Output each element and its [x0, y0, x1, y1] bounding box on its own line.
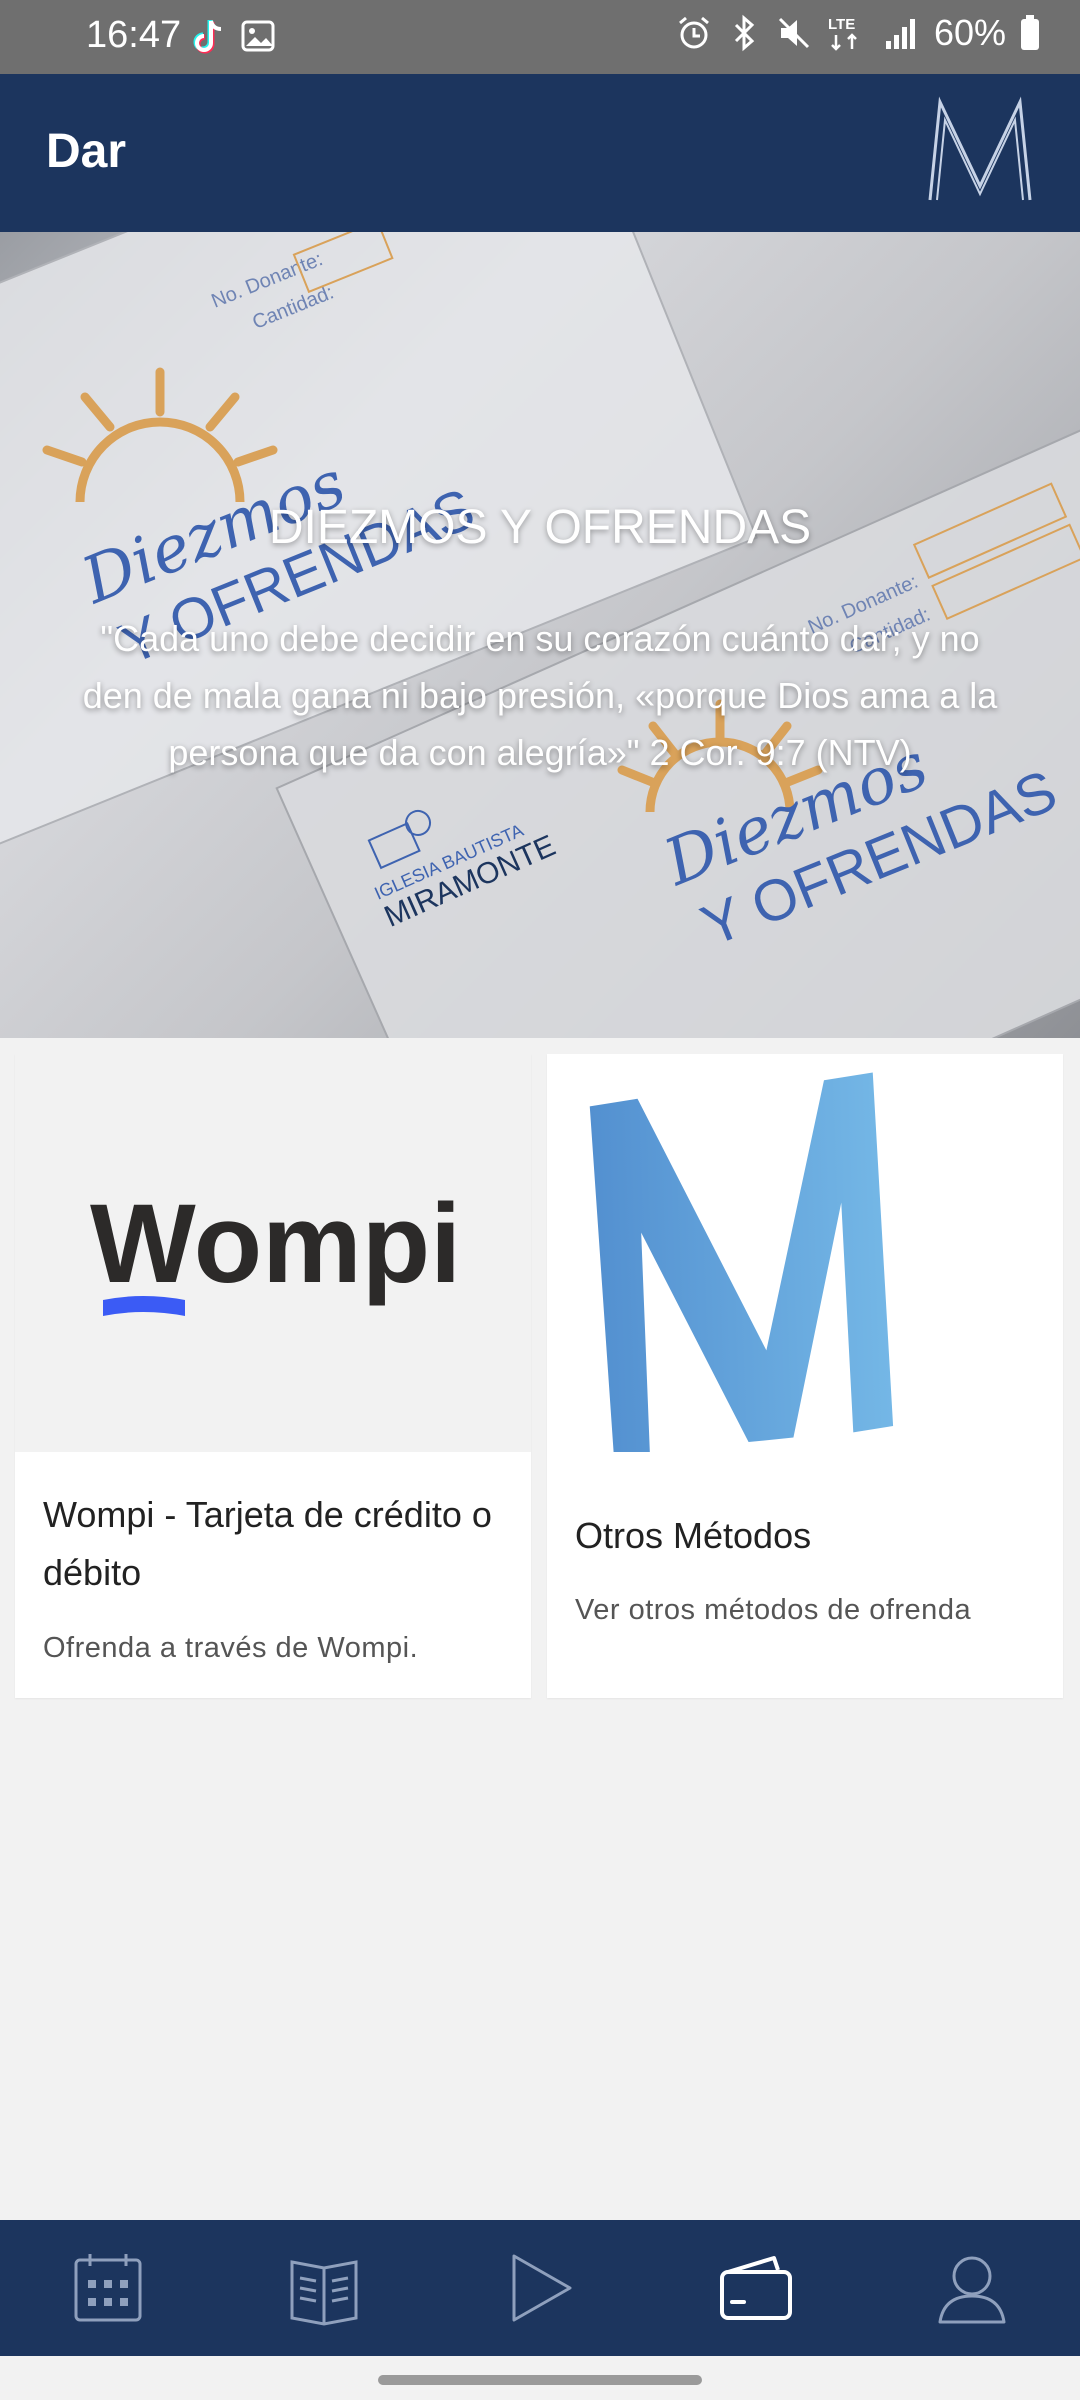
nav-give[interactable] — [716, 2248, 796, 2328]
m-big-logo-icon — [589, 1072, 894, 1459]
svg-text:Wompi: Wompi — [90, 1181, 461, 1306]
other-methods-logo-area — [547, 1054, 1063, 1459]
wallet-icon — [720, 2256, 792, 2320]
nav-media[interactable] — [500, 2248, 580, 2328]
home-indicator[interactable] — [378, 2375, 702, 2385]
card-subtitle: Ver otros métodos de ofrenda — [575, 1594, 972, 1626]
m-logo — [928, 96, 1032, 201]
play-icon — [512, 2254, 572, 2322]
gallery-icon — [241, 20, 275, 52]
status-bar: 16:47 LTE 60% — [0, 0, 1080, 74]
card-title: Otros Métodos — [575, 1515, 812, 1556]
tiktok-icon — [193, 20, 222, 54]
app-bar: Dar — [0, 74, 1080, 232]
battery-icon — [1021, 15, 1039, 50]
hero-quote: "Cada uno debe decidir en su corazón cuá… — [82, 618, 998, 773]
alarm-icon — [678, 16, 709, 49]
signal-icon — [885, 19, 915, 49]
profile-icon — [938, 2256, 1006, 2324]
wompi-logo-area: Wompi — [15, 1054, 531, 1452]
wompi-logo: Wompi — [90, 1181, 461, 1316]
lte-icon: LTE — [828, 16, 857, 51]
bottom-navigation — [0, 2220, 1080, 2356]
card-title: Wompi - Tarjeta de crédito o débito — [43, 1494, 492, 1593]
nav-profile[interactable] — [932, 2248, 1012, 2328]
svg-text:LTE: LTE — [828, 16, 855, 33]
giving-hero-banner: Diezmos Y OFRENDAS Diezmos Y OFRENDAS No… — [0, 232, 1080, 1038]
nav-bible[interactable] — [284, 2248, 364, 2328]
nav-calendar[interactable] — [68, 2248, 148, 2328]
bluetooth-icon — [734, 14, 755, 52]
card-subtitle: Ofrenda a través de Wompi. — [43, 1632, 419, 1664]
wompi-payment-card[interactable]: Wompi Wompi - Tarjeta de crédito o débit… — [15, 1054, 531, 1698]
book-icon — [290, 2260, 358, 2326]
other-methods-card[interactable]: Otros Métodos Ver otros métodos de ofren… — [547, 1054, 1063, 1698]
mute-icon — [778, 17, 809, 49]
page-title: Dar — [46, 125, 127, 178]
hero-title: DIEZMOS Y OFRENDAS — [268, 501, 812, 554]
calendar-icon — [74, 2254, 142, 2322]
status-time: 16:47 — [86, 14, 182, 56]
battery-percent: 60% — [933, 12, 1006, 53]
